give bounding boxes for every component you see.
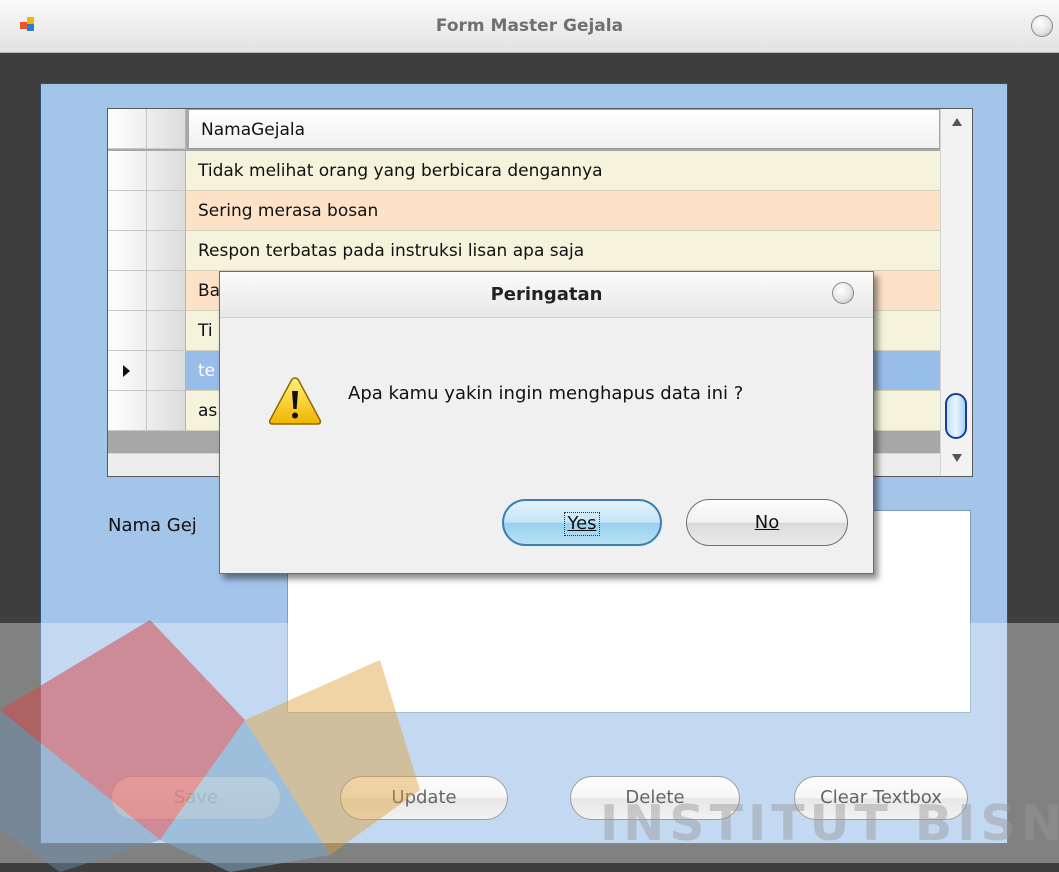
scroll-thumb[interactable] (945, 393, 967, 439)
scroll-up-arrow-icon[interactable] (952, 118, 962, 126)
row-selector-arrow-icon (123, 365, 130, 377)
row-header-cell[interactable] (108, 151, 186, 191)
namagejala-cell[interactable]: Respon terbatas pada instruksi lisan apa… (186, 231, 940, 271)
nama-gejala-label: Nama Gej (108, 515, 197, 536)
row-header-cell[interactable] (108, 351, 186, 391)
confirm-dialog: Peringatan Apa kamu yakin ingin menghapu… (219, 271, 874, 574)
no-button-label: No (754, 512, 780, 533)
dialog-title: Peringatan (490, 284, 603, 305)
main-window: Form Master Gejala NamaGejala Tidak meli… (0, 0, 1059, 872)
vertical-scrollbar[interactable] (940, 109, 972, 476)
table-row[interactable]: Sering merasa bosan (108, 191, 940, 231)
column-header-namagejala[interactable]: NamaGejala (188, 109, 940, 149)
yes-button[interactable]: Yes (502, 499, 662, 546)
dialog-close-button[interactable] (832, 282, 854, 304)
grid-header-row: NamaGejala (108, 109, 940, 149)
no-button[interactable]: No (686, 499, 848, 546)
table-row[interactable]: Tidak melihat orang yang berbicara denga… (108, 151, 940, 191)
scroll-down-arrow-icon[interactable] (952, 454, 962, 462)
row-header-cell[interactable] (108, 311, 186, 351)
warning-icon (268, 377, 322, 425)
close-button[interactable] (1031, 15, 1053, 37)
clear-textbox-button[interactable]: Clear Textbox (794, 776, 968, 820)
table-row[interactable]: Respon terbatas pada instruksi lisan apa… (108, 231, 940, 271)
row-header-cell[interactable] (108, 191, 186, 231)
row-header-cell[interactable] (108, 231, 186, 271)
dialog-title-bar[interactable]: Peringatan (220, 272, 873, 318)
namagejala-cell[interactable]: Tidak melihat orang yang berbicara denga… (186, 151, 940, 191)
namagejala-cell[interactable]: Sering merasa bosan (186, 191, 940, 231)
yes-button-label: Yes (564, 512, 600, 536)
update-button[interactable]: Update (340, 776, 508, 820)
dialog-message: Apa kamu yakin ingin menghapus data ini … (348, 383, 744, 404)
row-header-cell[interactable] (108, 391, 186, 431)
delete-button[interactable]: Delete (570, 776, 740, 820)
title-bar[interactable]: Form Master Gejala (0, 0, 1059, 53)
save-button[interactable]: Save (111, 776, 281, 820)
row-header-cell[interactable] (108, 271, 186, 311)
grid-corner-cell[interactable] (108, 109, 186, 149)
window-title: Form Master Gejala (435, 16, 624, 36)
